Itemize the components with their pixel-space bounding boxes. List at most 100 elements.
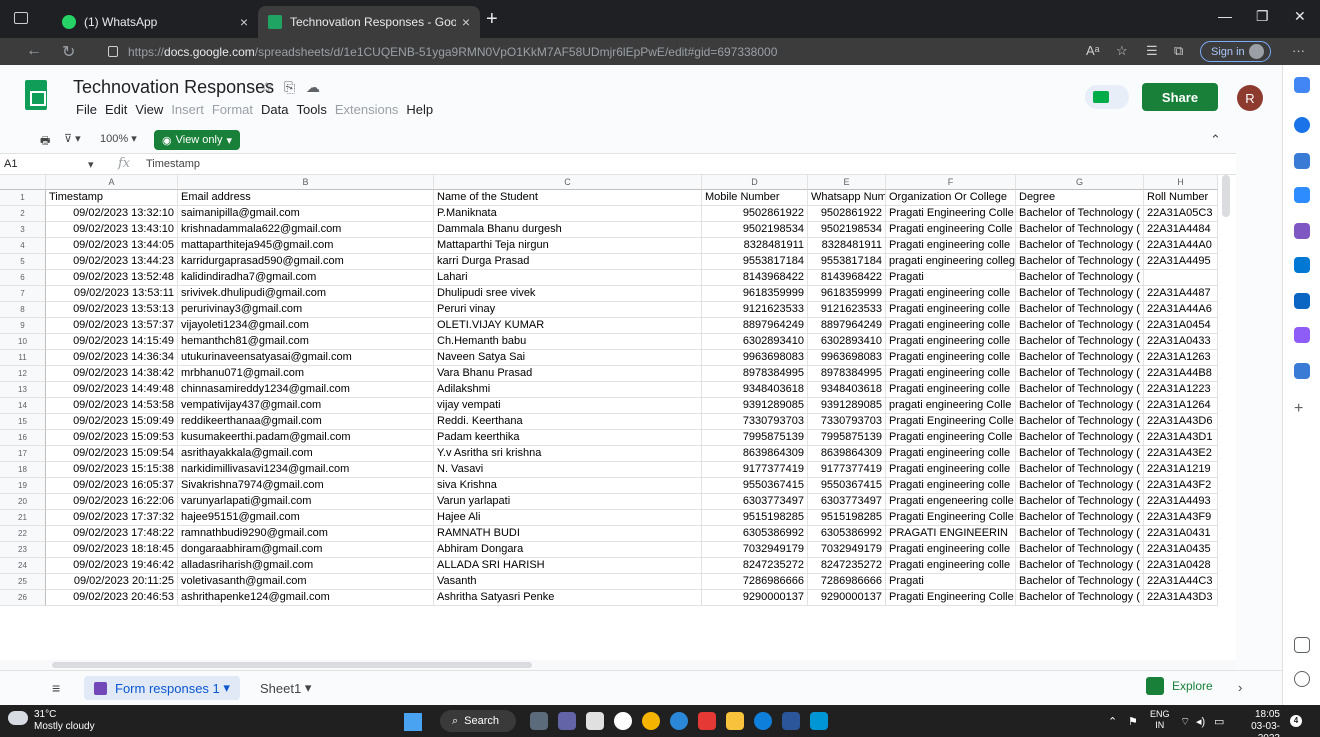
row-number[interactable]: 20 bbox=[0, 494, 46, 510]
table-cell[interactable]: Bachelor of Technology ( bbox=[1016, 542, 1144, 558]
row-number[interactable]: 7 bbox=[0, 286, 46, 302]
table-cell[interactable]: Abhiram Dongara bbox=[434, 542, 702, 558]
table-cell[interactable]: ALLADA SRI HARISH bbox=[434, 558, 702, 574]
table-cell[interactable]: 7286986666 bbox=[808, 574, 886, 590]
table-cell[interactable]: Y.v Asritha sri krishna bbox=[434, 446, 702, 462]
table-cell[interactable]: 22A31A43F2 bbox=[1144, 478, 1218, 494]
table-cell[interactable]: ashrithapenke124@gmail.com bbox=[178, 590, 434, 606]
new-tab-button[interactable]: + bbox=[486, 8, 498, 31]
header-cell[interactable]: Roll Number bbox=[1144, 190, 1218, 206]
table-cell[interactable]: 09/02/2023 17:37:32 bbox=[46, 510, 178, 526]
teams-icon[interactable] bbox=[558, 712, 576, 730]
weather-icon[interactable] bbox=[8, 711, 28, 725]
table-cell[interactable]: Pragati bbox=[886, 574, 1016, 590]
table-cell[interactable]: reddikeerthanaa@gmail.com bbox=[178, 414, 434, 430]
table-cell[interactable]: Pragati engineering colle bbox=[886, 382, 1016, 398]
table-cell[interactable]: 09/02/2023 16:05:37 bbox=[46, 478, 178, 494]
table-cell[interactable]: Adilakshmi bbox=[434, 382, 702, 398]
table-cell[interactable]: Ashritha Satyasri Penke bbox=[434, 590, 702, 606]
table-cell[interactable]: 22A31A1264 bbox=[1144, 398, 1218, 414]
table-cell[interactable]: 8639864309 bbox=[702, 446, 808, 462]
table-cell[interactable]: 8143968422 bbox=[702, 270, 808, 286]
table-cell[interactable]: 22A31A4487 bbox=[1144, 286, 1218, 302]
table-cell[interactable]: 6302893410 bbox=[702, 334, 808, 350]
table-cell[interactable]: 8897964249 bbox=[702, 318, 808, 334]
tray-chevron-icon[interactable]: ⌃ bbox=[1108, 715, 1117, 728]
all-sheets-icon[interactable]: ≡ bbox=[52, 680, 60, 696]
calendar-icon[interactable] bbox=[586, 712, 604, 730]
table-cell[interactable]: 8247235272 bbox=[808, 558, 886, 574]
row-number[interactable]: 6 bbox=[0, 270, 46, 286]
table-cell[interactable]: Bachelor of Technology ( bbox=[1016, 350, 1144, 366]
table-cell[interactable]: Pragati Engineering Colle bbox=[886, 414, 1016, 430]
table-cell[interactable]: 09/02/2023 15:09:49 bbox=[46, 414, 178, 430]
table-cell[interactable]: Bachelor of Technology ( bbox=[1016, 430, 1144, 446]
table-cell[interactable]: Bachelor of Technology ( bbox=[1016, 334, 1144, 350]
table-cell[interactable]: 09/02/2023 18:18:45 bbox=[46, 542, 178, 558]
table-cell[interactable]: 9121623533 bbox=[808, 302, 886, 318]
table-cell[interactable]: 8897964249 bbox=[808, 318, 886, 334]
sheet-tab-form-responses[interactable]: Form responses 1 ▾ bbox=[84, 676, 240, 700]
table-cell[interactable]: Bachelor of Technology ( bbox=[1016, 446, 1144, 462]
tools-icon[interactable] bbox=[1294, 187, 1310, 203]
table-cell[interactable]: 9618359999 bbox=[808, 286, 886, 302]
menu-data[interactable]: Data bbox=[261, 102, 288, 117]
table-cell[interactable]: Pragati Engineering Colle bbox=[886, 510, 1016, 526]
word-icon[interactable] bbox=[782, 712, 800, 730]
table-cell[interactable]: 22A31A44A0 bbox=[1144, 238, 1218, 254]
table-cell[interactable]: 09/02/2023 13:32:10 bbox=[46, 206, 178, 222]
close-tab-icon[interactable]: × bbox=[462, 14, 470, 30]
table-cell[interactable]: Vasanth bbox=[434, 574, 702, 590]
windows-start-icon[interactable] bbox=[404, 713, 422, 731]
table-cell[interactable]: 7032949179 bbox=[702, 542, 808, 558]
table-cell[interactable]: 09/02/2023 20:11:25 bbox=[46, 574, 178, 590]
table-cell[interactable]: 9177377419 bbox=[702, 462, 808, 478]
table-cell[interactable] bbox=[1144, 270, 1218, 286]
table-cell[interactable]: 9348403618 bbox=[808, 382, 886, 398]
table-cell[interactable]: 8328481911 bbox=[808, 238, 886, 254]
table-cell[interactable]: Bachelor of Technology ( bbox=[1016, 526, 1144, 542]
table-cell[interactable]: 09/02/2023 15:09:54 bbox=[46, 446, 178, 462]
notification-badge[interactable]: 4 bbox=[1290, 715, 1302, 727]
table-cell[interactable]: Padam keerthika bbox=[434, 430, 702, 446]
table-cell[interactable]: Hajee Ali bbox=[434, 510, 702, 526]
table-cell[interactable]: Bachelor of Technology ( bbox=[1016, 574, 1144, 590]
restore-icon[interactable]: ❐ bbox=[1256, 8, 1269, 25]
column-header[interactable]: H bbox=[1144, 175, 1218, 190]
table-cell[interactable]: Vara Bhanu Prasad bbox=[434, 366, 702, 382]
table-cell[interactable]: Bachelor of Technology ( bbox=[1016, 398, 1144, 414]
table-cell[interactable]: Naveen Satya Sai bbox=[434, 350, 702, 366]
table-cell[interactable]: 22A31A43F9 bbox=[1144, 510, 1218, 526]
table-cell[interactable]: 09/02/2023 13:44:23 bbox=[46, 254, 178, 270]
row-number[interactable]: 26 bbox=[0, 590, 46, 606]
collections-icon[interactable]: ⧉ bbox=[1174, 43, 1183, 59]
table-cell[interactable]: Pragati engineering colle bbox=[886, 558, 1016, 574]
explore-button[interactable]: Explore bbox=[1146, 677, 1213, 695]
table-cell[interactable]: Peruri vinay bbox=[434, 302, 702, 318]
favorites-bar-icon[interactable]: ☰ bbox=[1146, 43, 1158, 59]
table-cell[interactable]: karridurgaprasad590@gmail.com bbox=[178, 254, 434, 270]
table-cell[interactable]: 22A31A0431 bbox=[1144, 526, 1218, 542]
table-cell[interactable]: hemanthch81@gmail.com bbox=[178, 334, 434, 350]
table-cell[interactable]: saimanipilla@gmail.com bbox=[178, 206, 434, 222]
table-cell[interactable]: 6305386992 bbox=[808, 526, 886, 542]
table-cell[interactable]: 9391289085 bbox=[702, 398, 808, 414]
table-cell[interactable]: 09/02/2023 16:22:06 bbox=[46, 494, 178, 510]
table-cell[interactable]: kusumakeerthi.padam@gmail.com bbox=[178, 430, 434, 446]
table-cell[interactable]: mattaparthiteja945@gmail.com bbox=[178, 238, 434, 254]
row-number[interactable]: 12 bbox=[0, 366, 46, 382]
column-header[interactable]: C bbox=[434, 175, 702, 190]
table-cell[interactable]: Pragati engineering colle bbox=[886, 238, 1016, 254]
chrome-icon[interactable] bbox=[642, 712, 660, 730]
star-icon[interactable]: ☆ bbox=[260, 79, 273, 96]
row-number[interactable]: 25 bbox=[0, 574, 46, 590]
table-cell[interactable]: 9515198285 bbox=[702, 510, 808, 526]
formula-content[interactable]: Timestamp bbox=[146, 158, 200, 170]
reload-icon[interactable]: ↻ bbox=[62, 42, 75, 62]
table-cell[interactable]: 22A31A43D1 bbox=[1144, 430, 1218, 446]
table-cell[interactable]: 09/02/2023 17:48:22 bbox=[46, 526, 178, 542]
table-cell[interactable]: 9963698083 bbox=[702, 350, 808, 366]
table-cell[interactable]: Bachelor of Technology ( bbox=[1016, 590, 1144, 606]
row-number[interactable]: 5 bbox=[0, 254, 46, 270]
table-cell[interactable]: Dammala Bhanu durgesh bbox=[434, 222, 702, 238]
